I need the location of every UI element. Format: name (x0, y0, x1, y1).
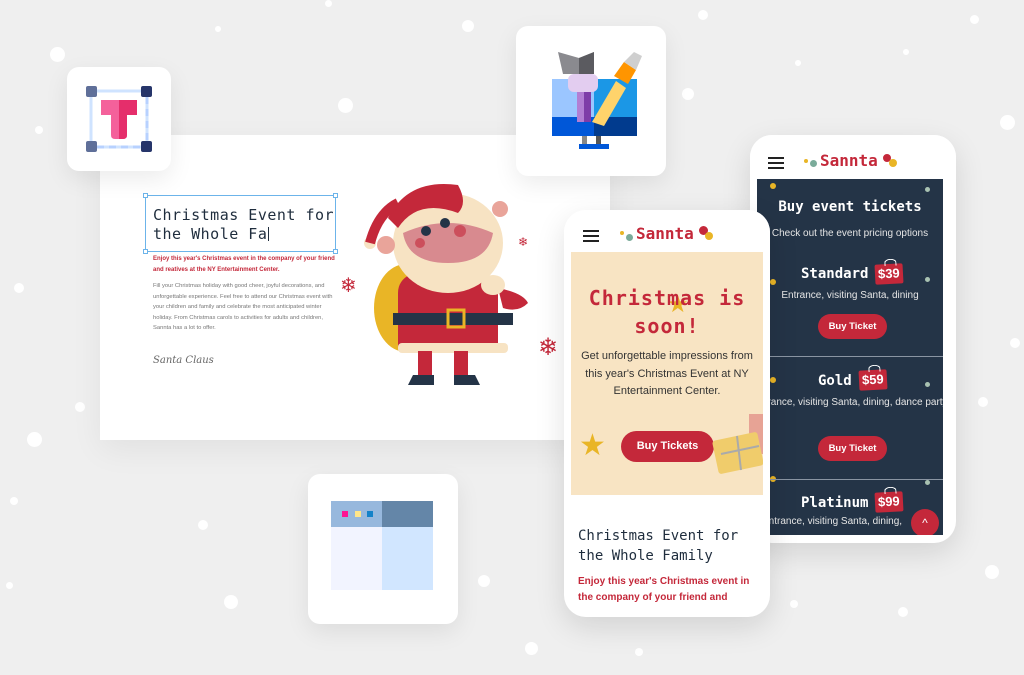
gift-box-illustration (712, 414, 763, 474)
snow-dot (698, 10, 708, 20)
snow-dot (478, 575, 490, 587)
snow-dot (682, 88, 694, 100)
snow-dot (462, 20, 474, 32)
section-lead: Enjoy this year's Christmas event in the… (578, 576, 750, 603)
snow-dot (198, 520, 208, 530)
logo-dot (705, 232, 713, 240)
snow-dot (795, 60, 801, 66)
buy-tickets-button[interactable]: Buy Tickets (621, 431, 714, 462)
snowflake-icon: ❄ (518, 235, 529, 249)
tickets-subtitle: Check out the event pricing options (771, 228, 929, 239)
sannta-logo[interactable]: Sannta (820, 151, 878, 170)
snow-dot (985, 565, 999, 579)
logo-dot (626, 234, 633, 241)
tier-name: Standard (801, 266, 869, 282)
snow-dot (1010, 338, 1020, 348)
ornament (925, 187, 930, 192)
snow-dot (635, 648, 643, 656)
snow-dot (898, 607, 908, 617)
santa-illustration (364, 183, 528, 385)
layout-tool-icon (331, 501, 433, 590)
snow-dot (224, 595, 238, 609)
divider (757, 479, 943, 480)
buy-ticket-button[interactable]: Buy Ticket (818, 314, 887, 339)
snow-dot (35, 126, 43, 134)
body-text: Fill your Christmas holiday with good ch… (153, 283, 333, 331)
star-icon: ★ (579, 429, 606, 462)
signature: Santa Claus (153, 355, 214, 366)
ornament (770, 377, 776, 383)
logo-dot (810, 160, 817, 167)
sannta-logo[interactable]: Sannta (636, 224, 694, 243)
ornament (925, 277, 930, 282)
hamburger-menu-icon[interactable] (768, 157, 784, 169)
snowflake-icon: ❄ (340, 275, 357, 297)
snow-dot (970, 15, 979, 24)
price-tag: $39 (874, 263, 904, 285)
snow-dot (75, 402, 85, 412)
snow-dot (325, 0, 332, 7)
resize-handle[interactable] (143, 249, 148, 254)
snow-dot (790, 600, 798, 608)
resize-handle[interactable] (333, 193, 338, 198)
logo-dot (804, 159, 808, 163)
snowflake-icon: ❄ (538, 334, 559, 361)
snow-dot (338, 98, 353, 113)
snow-dot (6, 582, 13, 589)
ornament (925, 480, 930, 485)
snow-dot (525, 642, 538, 655)
section-title: Christmas Event for the Whole Family (578, 528, 739, 564)
design-tool-icon (552, 52, 642, 149)
phone-header: Sannta (750, 135, 956, 179)
hero-banner: ★ Christmas is soon! Get unforgettable i… (571, 252, 763, 495)
tier-name: Gold (818, 373, 852, 389)
heading-line: the Whole Fa (153, 225, 268, 243)
buy-ticket-button[interactable]: Buy Ticket (818, 436, 887, 461)
snow-dot (1000, 115, 1015, 130)
hero-title: Christmas is soon! (588, 286, 746, 338)
text-caret (268, 227, 270, 241)
resize-handle[interactable] (143, 193, 148, 198)
tier-description: Entrance, visiting Santa, dining, dance … (757, 397, 943, 408)
text-tool-card[interactable] (67, 67, 171, 171)
text-tool-icon (86, 86, 152, 152)
ornament (770, 279, 776, 285)
price-tag: $99 (874, 491, 904, 513)
snow-dot (215, 26, 221, 32)
tickets-section: Buy event tickets Check out the event pr… (757, 179, 943, 535)
phone-header: Sannta (564, 210, 770, 254)
phone-home-preview: Sannta ★ Christmas is soon! Get unforget… (564, 210, 770, 617)
snow-dot (50, 47, 65, 62)
editable-heading[interactable]: Christmas Event for the Whole Fa (153, 206, 334, 244)
snow-dot (978, 397, 988, 407)
logo-dot (889, 159, 897, 167)
phone-tickets-preview: Sannta Buy event tickets Check out the e… (750, 135, 956, 543)
desktop-page-preview: Christmas Event for the Whole Fa Enjoy t… (100, 135, 610, 440)
ornament (925, 382, 930, 387)
lead-text: Enjoy this year's Christmas event in the… (153, 256, 335, 273)
hero-text: Get unforgettable impressions from this … (581, 350, 753, 397)
tier-description: Entrance, visiting Santa, dining (781, 290, 919, 301)
tier-name: Platinum (801, 495, 869, 511)
ornament (770, 183, 776, 189)
snow-dot (903, 49, 909, 55)
heading-line: Christmas Event for (153, 206, 335, 224)
divider (757, 356, 943, 357)
snow-dot (14, 283, 24, 293)
tickets-title: Buy event tickets (778, 199, 922, 215)
snow-dot (27, 432, 42, 447)
scroll-to-top-button[interactable]: ^ (911, 509, 939, 535)
price-tag: $59 (858, 369, 888, 391)
logo-dot (620, 231, 624, 235)
hamburger-menu-icon[interactable] (583, 230, 599, 242)
snow-dot (10, 497, 18, 505)
layout-tool-card[interactable] (308, 474, 458, 624)
design-tool-card[interactable] (516, 26, 666, 176)
